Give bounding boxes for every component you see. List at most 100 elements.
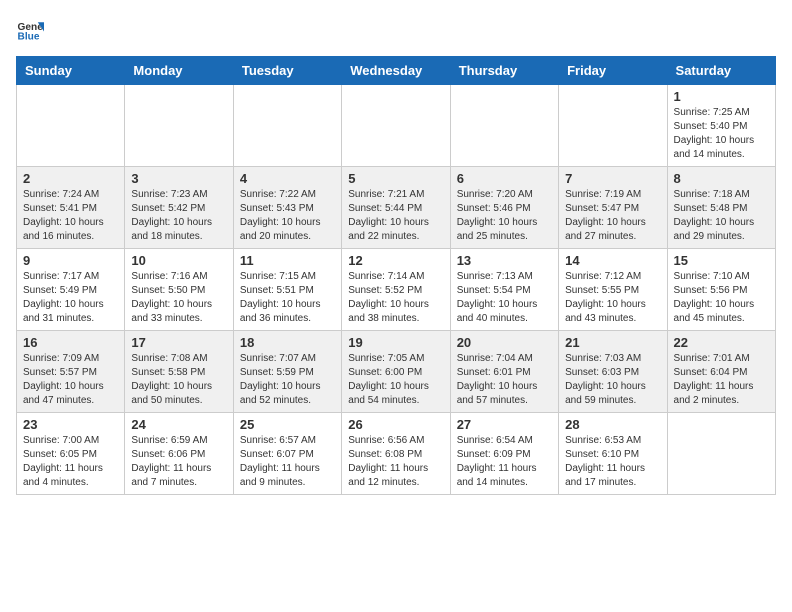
day-number: 5 xyxy=(348,171,443,186)
week-row-4: 16 Sunrise: 7:09 AM Sunset: 5:57 PM Dayli… xyxy=(17,331,776,413)
day-info: Sunrise: 7:00 AM Sunset: 6:05 PM Dayligh… xyxy=(23,434,118,490)
calendar-cell: 26Sunrise: 6:56 AM Sunset: 6:08 PM Dayli… xyxy=(342,413,450,495)
weekday-header-row: SundayMondayTuesdayWednesdayThursdayFrid… xyxy=(17,57,776,85)
day-info: Sunrise: 7:18 AM Sunset: 5:48 PM Dayligh… xyxy=(674,188,769,244)
day-info: Sunrise: 7:22 AM Sunset: 5:43 PM Dayligh… xyxy=(240,188,335,244)
calendar-cell: 18 Sunrise: 7:07 AM Sunset: 5:59 PM Dayli… xyxy=(233,331,341,413)
calendar-cell: 7Sunrise: 7:19 AM Sunset: 5:47 PM Daylig… xyxy=(559,167,667,249)
calendar-cell xyxy=(342,85,450,167)
logo-icon: General Blue xyxy=(16,16,44,44)
day-number: 13 xyxy=(457,253,552,268)
day-info: Sunrise: 7:25 AM Sunset: 5:40 PM Dayligh… xyxy=(674,106,769,162)
day-number: 20 xyxy=(457,335,552,350)
weekday-header-tuesday: Tuesday xyxy=(233,57,341,85)
day-info: Sunrise: 7:05 AM Sunset: 6:00 PM Dayligh… xyxy=(348,352,443,408)
week-row-3: 9 Sunrise: 7:17 AM Sunset: 5:49 PM Daylig… xyxy=(17,249,776,331)
day-info: Sunrise: 6:59 AM Sunset: 6:06 PM Dayligh… xyxy=(131,434,226,490)
calendar-cell: 14Sunrise: 7:12 AM Sunset: 5:55 PM Dayli… xyxy=(559,249,667,331)
calendar-cell: 13Sunrise: 7:13 AM Sunset: 5:54 PM Dayli… xyxy=(450,249,558,331)
day-number: 8 xyxy=(674,171,769,186)
day-info: Sunrise: 7:09 AM Sunset: 5:57 PM Dayligh… xyxy=(23,352,118,408)
calendar-cell xyxy=(125,85,233,167)
calendar-cell: 17 Sunrise: 7:08 AM Sunset: 5:58 PM Dayli… xyxy=(125,331,233,413)
calendar-cell: 27 Sunrise: 6:54 AM Sunset: 6:09 PM Dayli… xyxy=(450,413,558,495)
day-number: 2 xyxy=(23,171,118,186)
day-info: Sunrise: 7:23 AM Sunset: 5:42 PM Dayligh… xyxy=(131,188,226,244)
week-row-2: 2 Sunrise: 7:24 AM Sunset: 5:41 PM Daylig… xyxy=(17,167,776,249)
day-info: Sunrise: 7:12 AM Sunset: 5:55 PM Dayligh… xyxy=(565,270,660,326)
calendar-cell: 23 Sunrise: 7:00 AM Sunset: 6:05 PM Dayli… xyxy=(17,413,125,495)
calendar-cell: 2 Sunrise: 7:24 AM Sunset: 5:41 PM Daylig… xyxy=(17,167,125,249)
calendar-cell: 3 Sunrise: 7:23 AM Sunset: 5:42 PM Daylig… xyxy=(125,167,233,249)
day-info: Sunrise: 7:21 AM Sunset: 5:44 PM Dayligh… xyxy=(348,188,443,244)
weekday-header-monday: Monday xyxy=(125,57,233,85)
day-number: 19 xyxy=(348,335,443,350)
day-number: 4 xyxy=(240,171,335,186)
weekday-header-saturday: Saturday xyxy=(667,57,775,85)
calendar-cell: 5 Sunrise: 7:21 AM Sunset: 5:44 PM Daylig… xyxy=(342,167,450,249)
day-info: Sunrise: 7:15 AM Sunset: 5:51 PM Dayligh… xyxy=(240,270,335,326)
calendar-cell: 28Sunrise: 6:53 AM Sunset: 6:10 PM Dayli… xyxy=(559,413,667,495)
day-number: 10 xyxy=(131,253,226,268)
day-number: 26 xyxy=(348,417,443,432)
calendar-cell: 11 Sunrise: 7:15 AM Sunset: 5:51 PM Dayli… xyxy=(233,249,341,331)
day-info: Sunrise: 7:04 AM Sunset: 6:01 PM Dayligh… xyxy=(457,352,552,408)
calendar-cell: 24 Sunrise: 6:59 AM Sunset: 6:06 PM Dayli… xyxy=(125,413,233,495)
day-info: Sunrise: 7:17 AM Sunset: 5:49 PM Dayligh… xyxy=(23,270,118,326)
day-number: 11 xyxy=(240,253,335,268)
logo: General Blue xyxy=(16,16,48,44)
calendar-cell: 10Sunrise: 7:16 AM Sunset: 5:50 PM Dayli… xyxy=(125,249,233,331)
calendar-cell xyxy=(450,85,558,167)
day-number: 27 xyxy=(457,417,552,432)
calendar-cell: 21 Sunrise: 7:03 AM Sunset: 6:03 PM Dayli… xyxy=(559,331,667,413)
day-number: 12 xyxy=(348,253,443,268)
day-number: 28 xyxy=(565,417,660,432)
day-number: 23 xyxy=(23,417,118,432)
calendar-cell: 25 Sunrise: 6:57 AM Sunset: 6:07 PM Dayli… xyxy=(233,413,341,495)
weekday-header-friday: Friday xyxy=(559,57,667,85)
calendar-cell: 6 Sunrise: 7:20 AM Sunset: 5:46 PM Daylig… xyxy=(450,167,558,249)
calendar-cell: 20 Sunrise: 7:04 AM Sunset: 6:01 PM Dayli… xyxy=(450,331,558,413)
weekday-header-wednesday: Wednesday xyxy=(342,57,450,85)
page-header: General Blue xyxy=(16,16,776,44)
day-info: Sunrise: 6:57 AM Sunset: 6:07 PM Dayligh… xyxy=(240,434,335,490)
calendar-cell: 9 Sunrise: 7:17 AM Sunset: 5:49 PM Daylig… xyxy=(17,249,125,331)
calendar-cell xyxy=(667,413,775,495)
day-info: Sunrise: 7:03 AM Sunset: 6:03 PM Dayligh… xyxy=(565,352,660,408)
day-number: 24 xyxy=(131,417,226,432)
calendar-cell: 12 Sunrise: 7:14 AM Sunset: 5:52 PM Dayli… xyxy=(342,249,450,331)
day-info: Sunrise: 7:10 AM Sunset: 5:56 PM Dayligh… xyxy=(674,270,769,326)
day-info: Sunrise: 6:54 AM Sunset: 6:09 PM Dayligh… xyxy=(457,434,552,490)
week-row-5: 23 Sunrise: 7:00 AM Sunset: 6:05 PM Dayli… xyxy=(17,413,776,495)
day-number: 17 xyxy=(131,335,226,350)
calendar-cell: 16 Sunrise: 7:09 AM Sunset: 5:57 PM Dayli… xyxy=(17,331,125,413)
day-info: Sunrise: 7:14 AM Sunset: 5:52 PM Dayligh… xyxy=(348,270,443,326)
calendar-cell xyxy=(233,85,341,167)
day-info: Sunrise: 7:19 AM Sunset: 5:47 PM Dayligh… xyxy=(565,188,660,244)
weekday-header-thursday: Thursday xyxy=(450,57,558,85)
day-number: 6 xyxy=(457,171,552,186)
day-info: Sunrise: 7:20 AM Sunset: 5:46 PM Dayligh… xyxy=(457,188,552,244)
weekday-header-sunday: Sunday xyxy=(17,57,125,85)
day-number: 18 xyxy=(240,335,335,350)
day-info: Sunrise: 7:07 AM Sunset: 5:59 PM Dayligh… xyxy=(240,352,335,408)
day-info: Sunrise: 7:24 AM Sunset: 5:41 PM Dayligh… xyxy=(23,188,118,244)
day-number: 16 xyxy=(23,335,118,350)
calendar-cell: 1Sunrise: 7:25 AM Sunset: 5:40 PM Daylig… xyxy=(667,85,775,167)
week-row-1: 1Sunrise: 7:25 AM Sunset: 5:40 PM Daylig… xyxy=(17,85,776,167)
day-number: 22 xyxy=(674,335,769,350)
day-number: 9 xyxy=(23,253,118,268)
day-number: 21 xyxy=(565,335,660,350)
calendar-cell: 4 Sunrise: 7:22 AM Sunset: 5:43 PM Daylig… xyxy=(233,167,341,249)
calendar-cell: 22Sunrise: 7:01 AM Sunset: 6:04 PM Dayli… xyxy=(667,331,775,413)
calendar-cell: 19 Sunrise: 7:05 AM Sunset: 6:00 PM Dayli… xyxy=(342,331,450,413)
calendar-cell xyxy=(17,85,125,167)
calendar-table: SundayMondayTuesdayWednesdayThursdayFrid… xyxy=(16,56,776,495)
day-number: 3 xyxy=(131,171,226,186)
day-info: Sunrise: 7:08 AM Sunset: 5:58 PM Dayligh… xyxy=(131,352,226,408)
svg-text:Blue: Blue xyxy=(18,31,40,42)
calendar-cell: 8 Sunrise: 7:18 AM Sunset: 5:48 PM Daylig… xyxy=(667,167,775,249)
calendar-cell: 15 Sunrise: 7:10 AM Sunset: 5:56 PM Dayli… xyxy=(667,249,775,331)
day-number: 25 xyxy=(240,417,335,432)
day-number: 15 xyxy=(674,253,769,268)
